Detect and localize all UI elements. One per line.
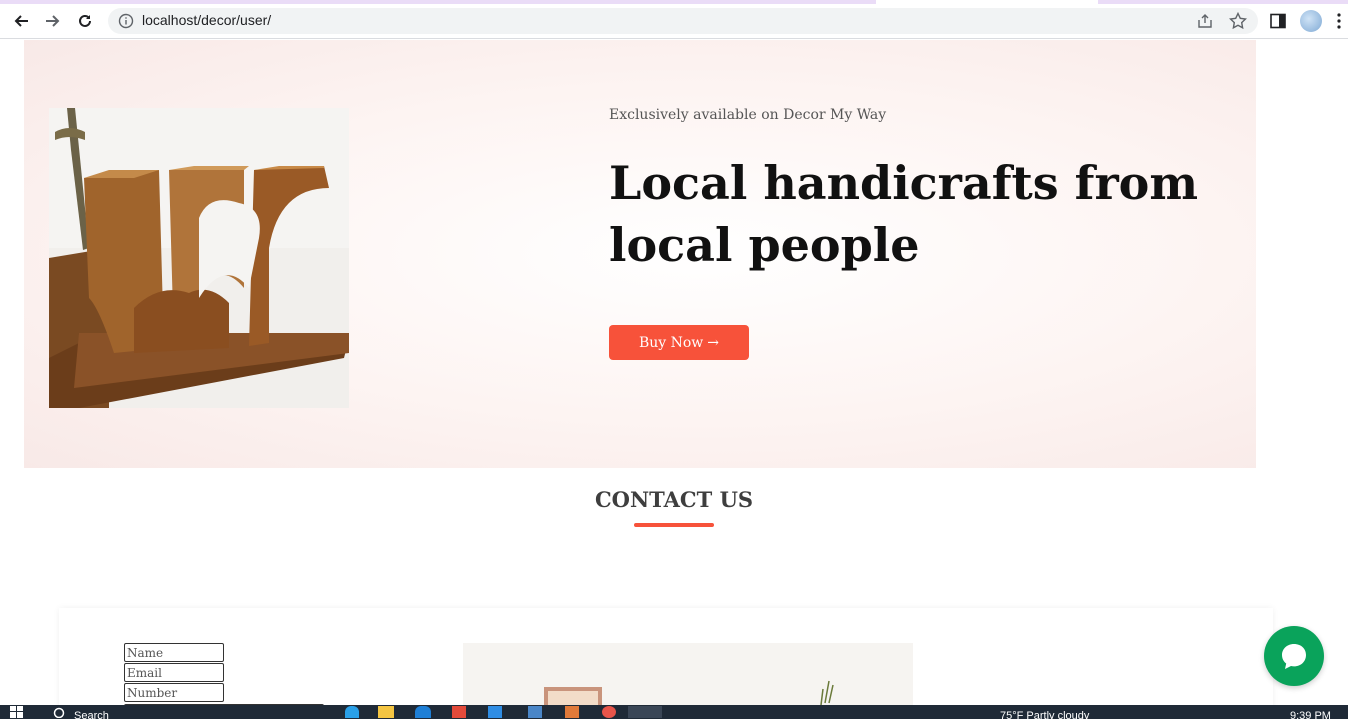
chat-button[interactable] bbox=[1264, 626, 1324, 686]
back-arrow-icon bbox=[14, 15, 28, 27]
menu-kebab-icon[interactable] bbox=[1336, 12, 1342, 30]
back-button[interactable] bbox=[8, 8, 34, 34]
hero-product-image bbox=[49, 108, 349, 408]
chat-bubble-icon bbox=[1282, 644, 1306, 669]
mail-app-icon[interactable] bbox=[415, 706, 431, 718]
os-taskbar: Search 75°F Partly cloudy 9:39 PM bbox=[0, 705, 1348, 719]
clock-text[interactable]: 9:39 PM bbox=[1290, 709, 1331, 719]
app-icon-1[interactable] bbox=[452, 706, 466, 718]
contact-section-title: CONTACT US bbox=[594, 487, 754, 512]
profile-avatar[interactable] bbox=[1300, 10, 1322, 32]
buy-now-label: Buy Now bbox=[638, 334, 704, 351]
name-field[interactable] bbox=[124, 643, 224, 662]
buy-now-button[interactable]: Buy Now → bbox=[609, 325, 749, 360]
app-icon-2[interactable] bbox=[528, 706, 542, 718]
wooden-heart-holders-illustration bbox=[49, 108, 349, 408]
forward-arrow-icon bbox=[46, 15, 60, 27]
url-text[interactable]: localhost/decor/user/ bbox=[142, 12, 271, 28]
star-icon[interactable] bbox=[1229, 12, 1247, 30]
search-icon[interactable] bbox=[52, 706, 66, 718]
active-app-slot[interactable] bbox=[628, 706, 662, 718]
hero-headline: Local handicrafts from local people bbox=[609, 156, 1199, 272]
edge-app-icon[interactable] bbox=[345, 706, 359, 718]
share-icon[interactable] bbox=[1197, 13, 1213, 29]
info-icon[interactable] bbox=[118, 13, 134, 29]
hero-eyebrow: Exclusively available on Decor My Way bbox=[609, 107, 887, 123]
email-field[interactable] bbox=[124, 663, 224, 682]
app-icon-3[interactable] bbox=[565, 706, 579, 718]
vscode-icon[interactable] bbox=[488, 706, 502, 718]
browser-toolbar: localhost/decor/user/ bbox=[0, 4, 1348, 39]
reload-button[interactable] bbox=[72, 8, 98, 34]
side-panel-icon[interactable] bbox=[1270, 13, 1286, 29]
number-field[interactable] bbox=[124, 683, 224, 702]
reload-icon bbox=[79, 14, 91, 27]
address-bar[interactable]: localhost/decor/user/ bbox=[108, 8, 1258, 34]
hero-banner: Exclusively available on Decor My Way Lo… bbox=[24, 40, 1256, 468]
weather-text[interactable]: 75°F Partly cloudy bbox=[1000, 709, 1089, 719]
forward-button[interactable] bbox=[40, 8, 66, 34]
contact-card bbox=[59, 608, 1273, 719]
windows-start-icon[interactable] bbox=[10, 706, 24, 718]
file-explorer-icon[interactable] bbox=[378, 706, 394, 718]
arrow-right-icon: → bbox=[707, 334, 720, 351]
title-underline bbox=[634, 523, 714, 527]
chrome-icon[interactable] bbox=[602, 706, 616, 718]
taskbar-search-text[interactable]: Search bbox=[74, 709, 109, 719]
